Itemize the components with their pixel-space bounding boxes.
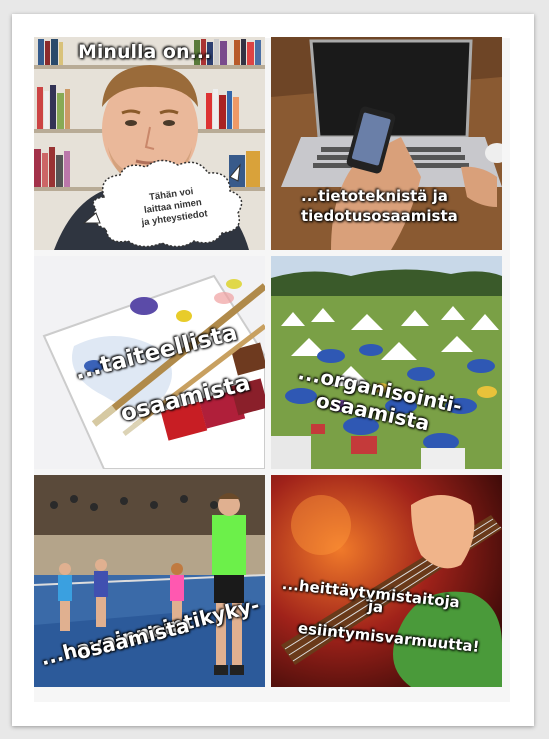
caption-line-2: tiedotusosaamista: [301, 207, 458, 225]
tile-artistic-skills: ...taiteellista osaamista: [34, 256, 265, 469]
caption-line-1: ...tietoteknistä ja: [301, 187, 448, 205]
tile-organising-skills: ...organisointi- osaamista: [271, 256, 502, 469]
tile-title-minulla-on: Minulla on...: [78, 41, 212, 63]
tile-portrait: Minulla on... Tähän voi laittaa nimen ja…: [34, 37, 265, 250]
caption-line-2: ja: [367, 597, 385, 617]
tile-observation-skills: ...havainnointikyky- osaamista: [34, 475, 265, 687]
tile-it-skills: ...tietoteknistä ja tiedotusosaamista: [271, 37, 502, 250]
tile-performance-skills: ...heittäytymistaitoja ja esiintymisvarm…: [271, 475, 502, 687]
